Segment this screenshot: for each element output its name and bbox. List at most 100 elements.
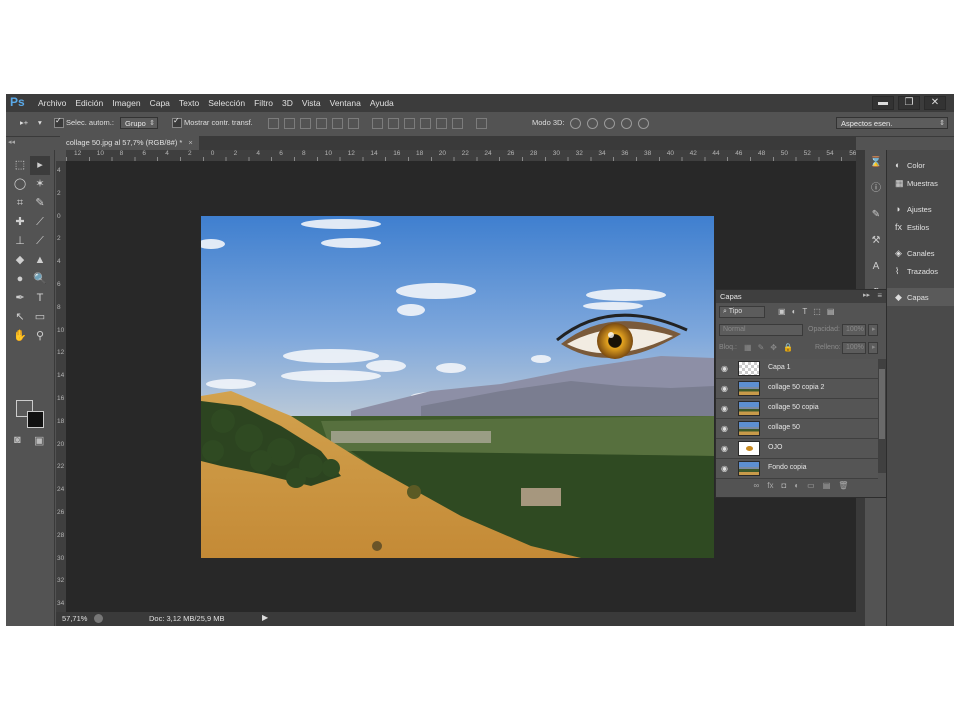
visibility-eye-icon[interactable]: ◉ <box>721 404 728 413</box>
tool-18-icon[interactable]: ✋ <box>10 327 30 346</box>
auto-select-target-select[interactable]: Grupo <box>120 117 158 130</box>
lock-transparent-icon[interactable]: ▦ <box>744 343 752 352</box>
tool-3-icon[interactable]: ✶ <box>30 175 50 194</box>
tool-15-icon[interactable]: T <box>30 289 50 308</box>
visibility-eye-icon[interactable]: ◉ <box>721 464 728 473</box>
delete-layer-icon[interactable]: 🗑 <box>838 481 848 490</box>
tool-2-icon[interactable]: ◯ <box>10 175 30 194</box>
align-right-icon[interactable] <box>348 118 359 129</box>
menu-item-selección[interactable]: Selección <box>208 98 245 108</box>
close-button[interactable]: ✕ <box>924 96 946 110</box>
tool-7-icon[interactable]: ⟋ <box>30 213 50 232</box>
layer-filter-select[interactable]: ⌕ Tipo <box>719 306 765 318</box>
opacity-field[interactable]: 100% <box>842 324 866 336</box>
layer-row[interactable]: ◉ collage 50 copia 2 <box>716 379 878 399</box>
align-left-icon[interactable] <box>316 118 327 129</box>
tool-11-icon[interactable]: ▲ <box>30 251 50 270</box>
tool-10-icon[interactable]: ◆ <box>10 251 30 270</box>
info-icon[interactable]: ⓘ <box>865 176 887 202</box>
background-color-swatch[interactable] <box>27 411 44 428</box>
document-image[interactable] <box>201 216 714 558</box>
tool-6-icon[interactable]: ✚ <box>10 213 30 232</box>
filter-pixel-icon[interactable]: ▣ <box>778 307 786 316</box>
lock-position-icon[interactable]: ✥ <box>770 343 777 352</box>
menu-item-archivo[interactable]: Archivo <box>38 98 66 108</box>
lock-all-icon[interactable]: 🔒 <box>783 343 793 352</box>
quick-mask-icon[interactable]: ◙ <box>14 434 21 446</box>
scale-3d-icon[interactable] <box>638 118 649 129</box>
tool-0-icon[interactable]: ⬚ <box>10 156 30 175</box>
distribute-vcenter-icon[interactable] <box>388 118 399 129</box>
collapse-toolbar-icon[interactable]: ◂◂ <box>8 138 15 146</box>
menu-item-3d[interactable]: 3D <box>282 98 293 108</box>
visibility-eye-icon[interactable]: ◉ <box>721 364 728 373</box>
status-info-icon[interactable] <box>94 614 103 623</box>
roll-3d-icon[interactable] <box>587 118 598 129</box>
link-layers-icon[interactable]: ∞ <box>754 481 760 490</box>
layer-row[interactable]: ◉ OJO <box>716 439 878 459</box>
adjustment-layer-icon[interactable]: ◐ <box>794 481 799 490</box>
lock-paint-icon[interactable]: ✎ <box>758 343 765 352</box>
status-menu-arrow-icon[interactable]: ▶ <box>262 613 268 622</box>
drag-3d-icon[interactable] <box>604 118 615 129</box>
layers-panel-title[interactable]: Capas <box>720 292 742 301</box>
zoom-level[interactable]: 57,71% <box>62 614 87 623</box>
rotate-3d-icon[interactable] <box>570 118 581 129</box>
tool-1-icon[interactable]: ▸ <box>30 156 50 175</box>
layer-row[interactable]: ◉ collage 50 <box>716 419 878 439</box>
fill-field[interactable]: 100% <box>842 342 866 354</box>
character-icon[interactable]: A <box>865 254 887 280</box>
tool-9-icon[interactable]: ⟋ <box>30 232 50 251</box>
align-bottom-icon[interactable] <box>300 118 311 129</box>
visibility-eye-icon[interactable]: ◉ <box>721 384 728 393</box>
dock-item-canales[interactable]: ◈ Canales <box>887 244 954 262</box>
menu-item-ventana[interactable]: Ventana <box>330 98 361 108</box>
distribute-bottom-icon[interactable] <box>404 118 415 129</box>
tool-19-icon[interactable]: ⚲ <box>30 327 50 346</box>
screen-mode-icon[interactable]: ▣ <box>34 434 44 447</box>
menu-item-ayuda[interactable]: Ayuda <box>370 98 394 108</box>
menu-item-vista[interactable]: Vista <box>302 98 321 108</box>
distribute-left-icon[interactable] <box>420 118 431 129</box>
dock-item-trazados[interactable]: ⌇ Trazados <box>887 262 954 280</box>
tool-8-icon[interactable]: ⊥ <box>10 232 30 251</box>
menu-item-capa[interactable]: Capa <box>150 98 170 108</box>
layer-row[interactable]: ◉ collage 50 copia <box>716 399 878 419</box>
panel-menu-icon[interactable]: ≡ <box>877 291 882 300</box>
layer-style-icon[interactable]: fx <box>767 481 773 490</box>
brush-presets-icon[interactable]: ✎ <box>865 202 887 228</box>
align-hcenter-icon[interactable] <box>332 118 343 129</box>
align-vcenter-icon[interactable] <box>284 118 295 129</box>
tool-presets-icon[interactable]: ⚒ <box>865 228 887 254</box>
show-transform-checkbox[interactable]: Mostrar contr. transf. <box>172 116 253 129</box>
collapse-panel-icon[interactable]: ▸▸ <box>863 291 870 299</box>
dock-item-color[interactable]: ◐ Color <box>887 156 954 174</box>
dock-item-capas[interactable]: ◆ Capas <box>887 288 954 306</box>
move-tool-preset-icon[interactable]: ▸+ <box>20 118 28 127</box>
tool-12-icon[interactable]: ● <box>10 270 30 289</box>
blend-mode-select[interactable]: Normal <box>719 324 803 336</box>
layers-scrollbar[interactable] <box>878 359 886 473</box>
tool-16-icon[interactable]: ↖ <box>10 308 30 327</box>
menu-item-imagen[interactable]: Imagen <box>112 98 140 108</box>
tool-5-icon[interactable]: ✎ <box>30 194 50 213</box>
tool-4-icon[interactable]: ⌗ <box>10 194 30 213</box>
history-icon[interactable]: ⌛ <box>865 150 887 176</box>
slide-3d-icon[interactable] <box>621 118 632 129</box>
filter-adjustment-icon[interactable]: ◐ <box>792 307 797 316</box>
distribute-hcenter-icon[interactable] <box>436 118 447 129</box>
auto-select-checkbox[interactable]: Selec. autom.: <box>54 116 114 129</box>
tool-14-icon[interactable]: ✒ <box>10 289 30 308</box>
layer-row[interactable]: ◉ Capa 1 <box>716 359 878 379</box>
tool-13-icon[interactable]: 🔍 <box>30 270 50 289</box>
restore-button[interactable]: ❐ <box>898 96 920 110</box>
tool-17-icon[interactable]: ▭ <box>30 308 50 327</box>
menu-item-edición[interactable]: Edición <box>75 98 103 108</box>
filter-type-icon[interactable]: T <box>802 307 807 316</box>
document-tab[interactable]: collage 50.jpg al 57,7% (RGB/8#) * × <box>60 136 199 150</box>
fill-dropdown[interactable]: ▸ <box>868 342 878 354</box>
dock-item-ajustes[interactable]: ◑ Ajustes <box>887 200 954 218</box>
filter-smart-icon[interactable]: ▤ <box>827 307 835 316</box>
close-tab-icon[interactable]: × <box>188 138 192 147</box>
opacity-dropdown[interactable]: ▸ <box>868 324 878 336</box>
